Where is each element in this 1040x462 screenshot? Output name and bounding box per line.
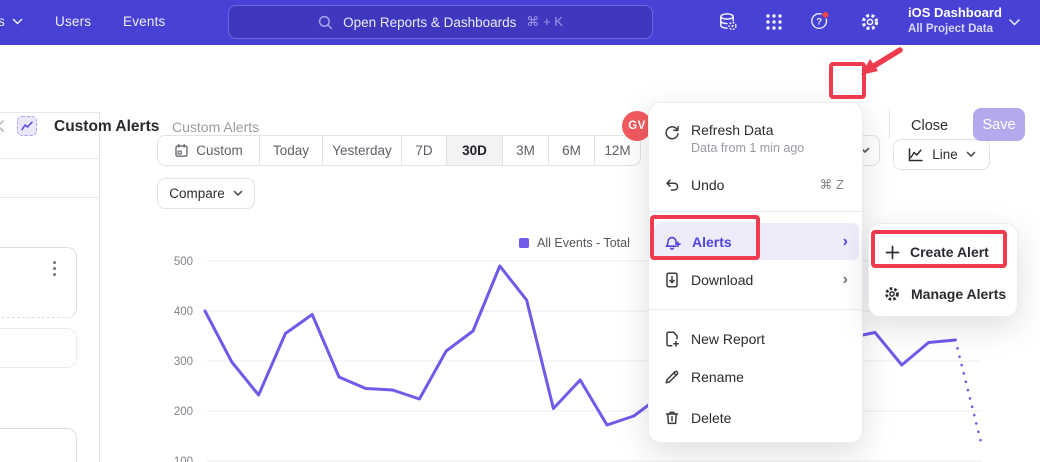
submenu-item-create-alert[interactable]: Create Alert bbox=[869, 234, 1017, 270]
legend-swatch bbox=[519, 238, 529, 248]
date-range-selector: Custom Today Yesterday 7D 30D 3M 6M 12M bbox=[157, 135, 641, 166]
collapse-edge-icon bbox=[0, 119, 5, 133]
submenu-label: Manage Alerts bbox=[911, 286, 1006, 302]
new-report-icon bbox=[663, 330, 681, 348]
report-header: Custom Alerts Custom Alerts GV Duplicate… bbox=[0, 45, 1040, 112]
kebab-menu-icon[interactable] bbox=[53, 261, 56, 276]
legend-label: All Events - Total bbox=[537, 236, 630, 250]
submenu-chevron: › bbox=[843, 272, 848, 288]
search-input[interactable]: Open Reports & Dashboards ⌘ + K bbox=[228, 5, 653, 39]
chevron-down-icon bbox=[966, 151, 976, 158]
menu-item-rename[interactable]: Rename bbox=[649, 359, 862, 395]
search-placeholder: Open Reports & Dashboards bbox=[343, 15, 516, 30]
range-today[interactable]: Today bbox=[259, 136, 322, 165]
data-management-icon[interactable] bbox=[717, 11, 739, 33]
compare-button[interactable]: Compare bbox=[157, 178, 255, 209]
menu-item-new-report[interactable]: New Report bbox=[649, 321, 862, 357]
nav-link-events[interactable]: Events bbox=[123, 14, 165, 29]
calendar-icon bbox=[174, 143, 189, 158]
menu-label: Alerts bbox=[692, 234, 732, 250]
project-scope: All Project Data bbox=[908, 23, 1008, 35]
divider bbox=[649, 309, 862, 310]
more-options-menu: Refresh Data Data from 1 min ago Undo ⌘ … bbox=[648, 102, 863, 443]
project-switcher[interactable]: iOS Dashboard All Project Data bbox=[908, 5, 1008, 35]
apps-grid-icon[interactable] bbox=[763, 11, 785, 33]
menu-shortcut: ⌘ Z bbox=[819, 177, 844, 193]
menu-label: Delete bbox=[691, 410, 731, 426]
project-name: iOS Dashboard bbox=[908, 5, 1008, 20]
bell-plus-icon bbox=[663, 233, 682, 251]
query-builder-sidebar bbox=[0, 112, 100, 462]
menu-label: Download bbox=[691, 272, 753, 288]
svg-text:?: ? bbox=[816, 16, 822, 27]
download-icon bbox=[663, 271, 681, 289]
event-card[interactable] bbox=[0, 247, 77, 318]
submenu-item-manage-alerts[interactable]: Manage Alerts bbox=[869, 276, 1017, 312]
svg-text:100: 100 bbox=[174, 456, 193, 462]
report-type-icon bbox=[17, 116, 37, 136]
close-button[interactable]: Close bbox=[911, 118, 948, 134]
svg-text:400: 400 bbox=[174, 306, 193, 318]
settings-gear-icon[interactable] bbox=[859, 11, 881, 33]
divider bbox=[0, 197, 99, 198]
search-icon bbox=[318, 15, 333, 30]
divider bbox=[889, 109, 890, 139]
nav-overflow-label[interactable]: s bbox=[0, 14, 5, 29]
filter-card[interactable] bbox=[0, 428, 77, 462]
undo-icon bbox=[663, 176, 681, 194]
line-chart-icon bbox=[20, 119, 34, 133]
chevron-down-icon bbox=[233, 190, 243, 197]
menu-label: Undo bbox=[691, 177, 724, 193]
alerts-submenu: Create Alert Manage Alerts bbox=[868, 223, 1018, 317]
search-shortcut: ⌘ + K bbox=[526, 14, 563, 30]
menu-label: New Report bbox=[691, 331, 765, 347]
submenu-label: Create Alert bbox=[910, 244, 989, 260]
menu-item-download[interactable]: Download › bbox=[649, 262, 862, 298]
help-icon[interactable]: ? bbox=[810, 10, 832, 32]
save-button[interactable]: Save bbox=[973, 108, 1025, 141]
gear-icon bbox=[883, 285, 901, 303]
range-30d-selected[interactable]: 30D bbox=[446, 136, 502, 165]
plus-icon bbox=[885, 245, 900, 260]
divider bbox=[0, 158, 99, 159]
menu-item-undo[interactable]: Undo ⌘ Z bbox=[649, 167, 862, 203]
menu-label: Rename bbox=[691, 369, 744, 385]
menu-item-delete[interactable]: Delete bbox=[649, 400, 862, 436]
page-title: Custom Alerts bbox=[54, 118, 159, 136]
menu-sublabel: Data from 1 min ago bbox=[691, 141, 804, 155]
notification-dot bbox=[822, 11, 829, 18]
submenu-chevron: › bbox=[843, 234, 848, 250]
svg-text:500: 500 bbox=[174, 256, 193, 268]
app-window: s Users Events Open Reports & Dashboards… bbox=[0, 0, 1040, 462]
chart-type-button[interactable]: Line bbox=[893, 139, 990, 170]
nav-link-users[interactable]: Users bbox=[55, 14, 91, 29]
divider bbox=[649, 211, 862, 212]
refresh-icon bbox=[663, 124, 681, 142]
breadcrumb: Custom Alerts bbox=[172, 119, 259, 135]
range-custom[interactable]: Custom bbox=[158, 136, 259, 165]
svg-text:300: 300 bbox=[174, 356, 193, 368]
menu-label: Refresh Data bbox=[691, 122, 804, 138]
chevron-down-icon[interactable] bbox=[1008, 18, 1021, 27]
range-yesterday[interactable]: Yesterday bbox=[322, 136, 401, 165]
menu-item-refresh-data[interactable]: Refresh Data Data from 1 min ago bbox=[649, 115, 862, 161]
pencil-icon bbox=[663, 368, 681, 386]
add-event-card[interactable] bbox=[0, 328, 77, 368]
range-6m[interactable]: 6M bbox=[548, 136, 594, 165]
menu-item-alerts[interactable]: Alerts › bbox=[649, 223, 862, 260]
line-chart-icon bbox=[907, 147, 924, 163]
trash-icon bbox=[663, 409, 681, 427]
range-3m[interactable]: 3M bbox=[502, 136, 548, 165]
divider bbox=[0, 112, 99, 113]
svg-text:200: 200 bbox=[174, 406, 193, 418]
range-7d[interactable]: 7D bbox=[401, 136, 446, 165]
top-navbar: s Users Events Open Reports & Dashboards… bbox=[0, 0, 1040, 45]
chart-legend[interactable]: All Events - Total bbox=[519, 236, 630, 250]
chevron-down-icon[interactable] bbox=[12, 18, 23, 26]
